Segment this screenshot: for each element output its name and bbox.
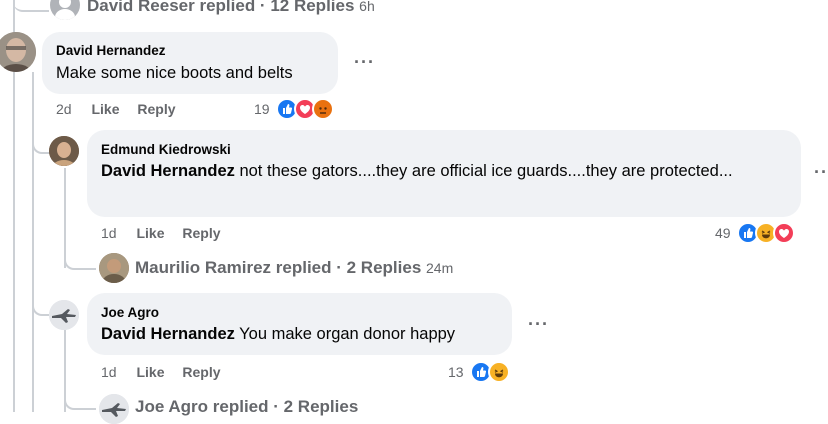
view-replies-link[interactable]: Joe Agro replied · 2 Replies xyxy=(135,397,358,417)
comment-author[interactable]: David Hernandez xyxy=(56,43,166,58)
comment-bubble: David Hernandez Make some nice boots and… xyxy=(42,32,338,94)
person-photo-icon xyxy=(49,136,79,166)
avatar[interactable] xyxy=(49,300,79,330)
reaction-count: 19 xyxy=(254,101,270,117)
comment-text: You make organ donor happy xyxy=(234,325,456,343)
reply-button[interactable]: Reply xyxy=(182,225,220,241)
view-replies-link[interactable]: David Reeser replied · 12 Replies 6h xyxy=(87,0,375,16)
reaction-summary[interactable]: 49 xyxy=(715,222,795,244)
love-icon xyxy=(772,222,795,244)
reply-row-label: replied · 2 Replies xyxy=(212,397,359,416)
reply-row-name: Joe Agro xyxy=(135,397,209,416)
person-photo-icon xyxy=(99,253,129,283)
reaction-summary[interactable]: 19 xyxy=(254,98,334,120)
airplane-photo-icon xyxy=(49,300,79,330)
mention-link[interactable]: David Hernandez xyxy=(101,162,235,180)
reaction-summary[interactable]: 13 xyxy=(448,361,510,383)
like-button[interactable]: Like xyxy=(91,101,119,117)
avatar[interactable] xyxy=(50,0,80,20)
person-photo-icon xyxy=(0,32,36,72)
like-button[interactable]: Like xyxy=(136,364,164,380)
person-icon xyxy=(55,0,75,20)
thread-connector-reply-row xyxy=(64,250,96,270)
comment-time[interactable]: 1d xyxy=(101,225,117,241)
reply-row-name: Maurilio Ramirez xyxy=(135,258,272,277)
reply-button[interactable]: Reply xyxy=(137,101,175,117)
thread-connector-bottom-row xyxy=(64,390,96,410)
thread-connector-comment3 xyxy=(32,290,50,316)
avatar[interactable] xyxy=(49,136,79,166)
like-button[interactable]: Like xyxy=(136,225,164,241)
thread-connector-top xyxy=(13,0,49,12)
comment-bubble: Joe Agro David Hernandez You make organ … xyxy=(87,293,512,355)
avatar[interactable] xyxy=(0,32,36,72)
reply-row-time: 24m xyxy=(426,260,454,276)
comment-author[interactable]: Joe Agro xyxy=(101,305,159,320)
comment-text: not these gators....they are official ic… xyxy=(234,162,733,180)
airplane-photo-icon xyxy=(99,394,129,424)
comment-meta: 1d Like Reply xyxy=(101,364,221,380)
comment-meta: 2d Like Reply xyxy=(56,101,176,117)
comment-text-block: David Hernandez You make organ donor hap… xyxy=(101,324,455,345)
avatar[interactable] xyxy=(99,253,129,283)
reply-button[interactable]: Reply xyxy=(182,364,220,380)
mention-link[interactable]: David Hernandez xyxy=(101,325,235,343)
reply-row-label: replied · 2 Replies xyxy=(275,258,422,277)
more-options-button[interactable]: ··· xyxy=(354,52,375,73)
avatar[interactable] xyxy=(99,394,129,424)
more-options-button[interactable]: ··· xyxy=(528,314,549,335)
angry-icon xyxy=(311,98,334,120)
reply-row-label: replied · 12 Replies xyxy=(199,0,355,15)
reaction-count: 13 xyxy=(448,364,464,380)
view-replies-link[interactable]: Maurilio Ramirez replied · 2 Replies 24m xyxy=(135,258,453,278)
reply-row-time: 6h xyxy=(359,0,375,14)
thread-connector-comment2 xyxy=(32,120,50,154)
comment-time[interactable]: 1d xyxy=(101,364,117,380)
comment-author[interactable]: Edmund Kiedrowski xyxy=(101,142,231,157)
reaction-count: 49 xyxy=(715,225,731,241)
reply-row-name: David Reeser xyxy=(87,0,195,15)
haha-icon xyxy=(487,361,510,383)
more-options-button[interactable]: ··· xyxy=(814,162,828,183)
comment-time[interactable]: 2d xyxy=(56,101,72,117)
comment-bubble: Edmund Kiedrowski David Hernandez not th… xyxy=(87,130,801,217)
comment-text: Make some nice boots and belts xyxy=(56,64,293,82)
comment-text-block: David Hernandez not these gators....they… xyxy=(101,161,781,182)
comment-meta: 1d Like Reply xyxy=(101,225,221,241)
